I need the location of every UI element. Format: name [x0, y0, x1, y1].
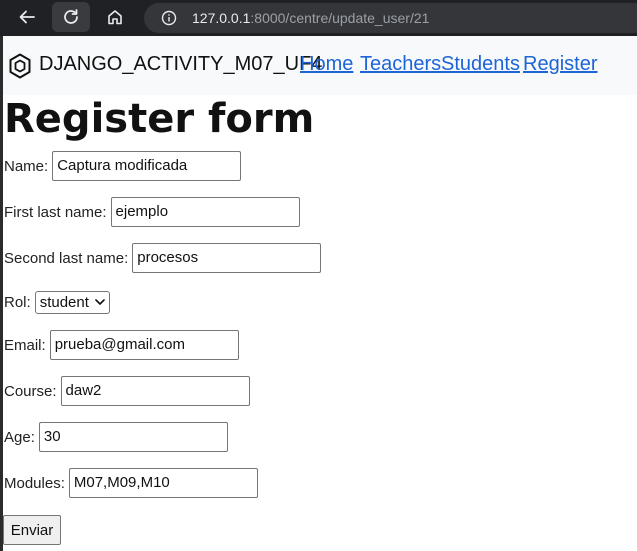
home-icon [108, 10, 122, 25]
nav-link-teachers[interactable]: Teachers [360, 53, 441, 76]
site-navbar: DJANGO_ACTIVITY_M07_UF4 Home Teachers St… [3, 36, 637, 95]
name-label: Name: [4, 157, 49, 175]
reload-icon [64, 9, 78, 24]
hexagon-logo-icon[interactable] [8, 52, 32, 80]
modules-row: Modules: M07,M09,M10 [4, 468, 258, 498]
submit-button[interactable]: Enviar [3, 515, 61, 545]
rol-label: Rol: [4, 293, 31, 311]
nav-link-home[interactable]: Home [300, 53, 353, 76]
navbar-brand[interactable]: DJANGO_ACTIVITY_M07_UF4 [39, 53, 322, 76]
back-arrow-icon [19, 10, 35, 24]
first-last-name-row: First last name: ejemplo [4, 197, 300, 227]
email-label: Email: [4, 336, 46, 354]
name-row: Name: Captura modificada [4, 151, 242, 181]
url-text: 127.0.0.1:8000/centre/update_user/21 [192, 10, 429, 26]
second-last-name-row: Second last name: procesos [4, 243, 322, 273]
rol-selected-value: student [39, 293, 89, 311]
home-button[interactable] [96, 2, 134, 32]
name-input[interactable]: Captura modificada [52, 151, 242, 181]
site-info-icon[interactable] [161, 10, 177, 26]
page-title: Register form [4, 96, 315, 142]
browser-toolbar: 127.0.0.1:8000/centre/update_user/21 [0, 0, 637, 36]
back-button[interactable] [8, 2, 46, 32]
age-input[interactable]: 30 [38, 422, 228, 452]
course-label: Course: [4, 382, 57, 400]
reload-button[interactable] [52, 2, 90, 32]
second-last-name-label: Second last name: [4, 249, 129, 267]
nav-link-students[interactable]: Students [441, 53, 520, 76]
nav-link-register[interactable]: Register [523, 53, 597, 76]
course-input[interactable]: daw2 [60, 376, 250, 406]
email-row: Email: prueba@gmail.com [4, 330, 239, 360]
rol-select[interactable]: student [34, 290, 110, 314]
age-row: Age: 30 [4, 422, 228, 452]
modules-input[interactable]: M07,M09,M10 [68, 468, 258, 498]
second-last-name-input[interactable]: procesos [132, 243, 322, 273]
url-path: :8000/centre/update_user/21 [250, 10, 430, 26]
age-label: Age: [4, 428, 35, 446]
url-host: 127.0.0.1 [192, 10, 251, 26]
address-bar[interactable]: 127.0.0.1:8000/centre/update_user/21 [144, 3, 637, 33]
chevron-down-icon [95, 299, 105, 305]
page-left-border [0, 36, 3, 551]
modules-label: Modules: [4, 474, 65, 492]
course-row: Course: daw2 [4, 376, 250, 406]
first-last-name-label: First last name: [4, 203, 107, 221]
first-last-name-input[interactable]: ejemplo [110, 197, 300, 227]
rol-row: Rol: student [4, 287, 110, 317]
email-input[interactable]: prueba@gmail.com [49, 330, 239, 360]
